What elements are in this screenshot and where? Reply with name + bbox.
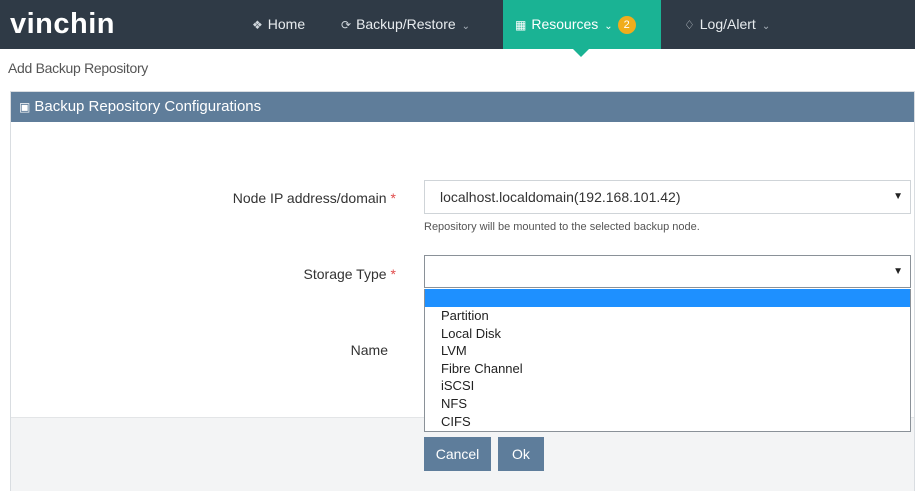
nav-log-label: Log/Alert (699, 16, 756, 32)
nav-home[interactable]: ❖ Home (240, 0, 317, 49)
required-marker: * (390, 190, 396, 206)
gift-icon: ▣ (19, 100, 31, 114)
node-ip-select[interactable]: localhost.localdomain(192.168.101.42) ▼ (424, 180, 911, 214)
notification-badge: 2 (617, 16, 636, 34)
dropdown-option-lvm[interactable]: LVM (425, 342, 910, 360)
nav-log-alert[interactable]: ♢ Log/Alert ⌄ (672, 0, 782, 49)
top-navbar: vinchin ❖ Home ⟳ Backup/Restore ⌄ ▦ Resource… (0, 0, 915, 57)
nav-resources-label: Resources (531, 16, 599, 32)
storage-type-select[interactable]: ▼ (424, 255, 911, 288)
chevron-down-icon: ⌄ (761, 21, 771, 32)
bell-icon: ♢ (684, 18, 695, 32)
cancel-button[interactable]: Cancel (424, 437, 491, 471)
panel-title: Backup Repository Configurations (34, 98, 262, 115)
dropdown-option-partition[interactable]: Partition (425, 307, 910, 325)
home-icon: ❖ (252, 18, 263, 32)
chevron-down-icon: ⌄ (461, 21, 471, 32)
active-nav-pointer (573, 49, 589, 57)
dropdown-option-nfs[interactable]: NFS (425, 395, 910, 413)
node-ip-value: localhost.localdomain(192.168.101.42) (440, 189, 681, 205)
app-logo[interactable]: vinchin (10, 8, 115, 41)
dropdown-option-iscsi[interactable]: iSCSI (425, 377, 910, 395)
nav-resources[interactable]: ▦ Resources ⌄ 2 (503, 0, 661, 49)
breadcrumb: Add Backup Repository (8, 60, 149, 76)
panel-header: ▣ Backup Repository Configurations (11, 92, 914, 122)
nav-backup-restore[interactable]: ⟳ Backup/Restore ⌄ (329, 0, 482, 49)
chevron-down-icon: ⌄ (604, 21, 613, 32)
grid-icon: ▦ (515, 18, 527, 32)
node-ip-label-text: Node IP address/domain (232, 190, 387, 206)
dropdown-option-fibre-channel[interactable]: Fibre Channel (425, 360, 910, 378)
nav-backup-label: Backup/Restore (356, 16, 456, 32)
dropdown-option-blank[interactable] (425, 289, 910, 307)
dropdown-option-cifs[interactable]: CIFS (425, 413, 910, 431)
node-ip-hint: Repository will be mounted to the select… (424, 221, 700, 233)
nav-home-label: Home (267, 16, 306, 32)
caret-down-icon: ▼ (893, 266, 903, 277)
refresh-icon: ⟳ (341, 18, 352, 32)
name-label: Name (350, 342, 388, 358)
dropdown-option-local-disk[interactable]: Local Disk (425, 325, 910, 343)
storage-type-label-text: Storage Type (303, 266, 387, 282)
required-marker: * (390, 266, 396, 282)
ok-button[interactable]: Ok (498, 437, 544, 471)
node-ip-label: Node IP address/domain * (180, 190, 396, 206)
storage-type-dropdown[interactable]: Partition Local Disk LVM Fibre Channel i… (424, 289, 911, 432)
storage-type-label: Storage Type * (180, 266, 396, 282)
caret-down-icon: ▼ (893, 191, 903, 202)
